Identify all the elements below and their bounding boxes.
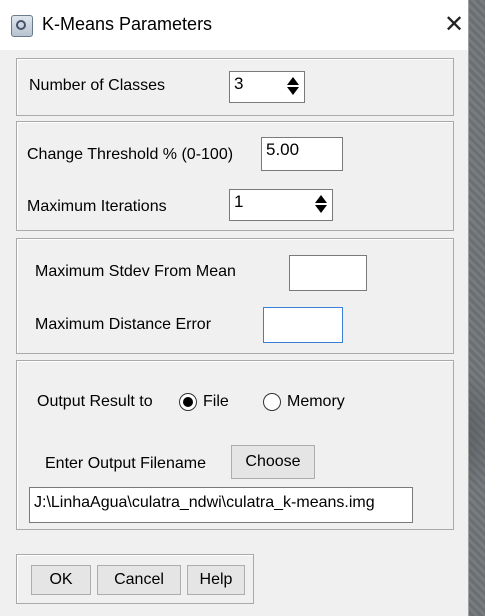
classes-spinner[interactable]: 3	[229, 71, 305, 103]
radio-memory-label[interactable]: Memory	[287, 393, 345, 411]
classes-panel: Number of Classes 3	[16, 58, 454, 116]
close-icon: ✕	[443, 11, 465, 38]
filename-value: J:\LinhaAgua\culatra_ndwi\culatra_k-mean…	[34, 494, 375, 511]
kmeans-dialog: K-Means Parameters ✕ Number of Classes 3…	[0, 0, 469, 616]
threshold-input[interactable]: 5.00	[261, 137, 343, 171]
radio-file-label[interactable]: File	[203, 393, 229, 411]
choose-button[interactable]: Choose	[231, 445, 315, 479]
distance-label: Maximum Distance Error	[35, 316, 212, 333]
stdev-label: Maximum Stdev From Mean	[35, 263, 236, 280]
filename-input[interactable]: J:\LinhaAgua\culatra_ndwi\culatra_k-mean…	[29, 487, 413, 523]
output-panel: Output Result to File Memory Enter Outpu…	[16, 360, 454, 530]
classes-value: 3	[234, 74, 244, 93]
threshold-value: 5.00	[266, 140, 300, 159]
filename-label: Enter Output Filename	[45, 455, 206, 472]
cancel-button[interactable]: Cancel	[97, 565, 181, 595]
radio-memory[interactable]	[263, 393, 281, 411]
spin-arrows-icon[interactable]	[314, 193, 328, 215]
iterations-value: 1	[234, 192, 244, 211]
title-bar: K-Means Parameters ✕	[0, 0, 468, 50]
iterations-spinner[interactable]: 1	[229, 189, 333, 221]
convergence-panel: Change Threshold % (0-100) 5.00 Maximum …	[16, 121, 454, 231]
close-button[interactable]: ✕	[440, 8, 468, 42]
output-label: Output Result to	[37, 393, 153, 410]
ok-button[interactable]: OK	[31, 565, 91, 595]
app-icon	[11, 15, 33, 37]
iterations-label: Maximum Iterations	[27, 198, 167, 215]
stdev-input[interactable]	[289, 255, 367, 291]
radio-file[interactable]	[179, 393, 197, 411]
limits-panel: Maximum Stdev From Mean Maximum Distance…	[16, 238, 454, 354]
spin-arrows-icon[interactable]	[286, 75, 300, 97]
help-button[interactable]: Help	[187, 565, 245, 595]
window-title: K-Means Parameters	[42, 14, 213, 34]
classes-label: Number of Classes	[29, 77, 166, 94]
threshold-label: Change Threshold % (0-100)	[27, 146, 234, 163]
button-bar: OK Cancel Help	[16, 554, 254, 604]
distance-input[interactable]	[263, 307, 343, 343]
